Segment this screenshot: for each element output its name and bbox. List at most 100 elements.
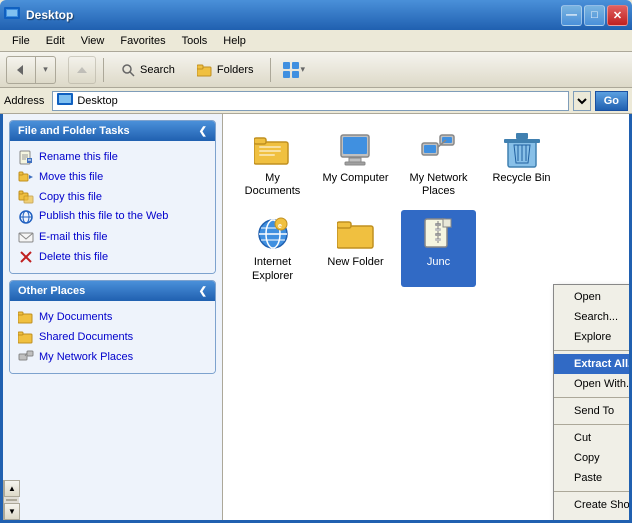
window-controls: — □ ✕ (561, 5, 628, 26)
other-places-body: My Documents Shared Documents (10, 301, 215, 373)
menu-edit[interactable]: Edit (38, 33, 73, 49)
other-places-header[interactable]: Other Places ❮ (10, 281, 215, 301)
window-icon (4, 7, 20, 23)
address-label: Address (4, 95, 48, 107)
icon-my-network[interactable]: My Network Places (401, 126, 476, 202)
desktop-icons-area: My Documents My Computer (223, 114, 629, 299)
menu-favorites[interactable]: Favorites (112, 33, 173, 49)
place-network[interactable]: My Network Places (14, 347, 211, 367)
task-publish[interactable]: Publish this file to the Web (14, 207, 211, 227)
folders-button[interactable]: Folders (188, 59, 263, 81)
ctx-sendto[interactable]: Send To ▶ (554, 401, 629, 421)
toolbar-separator-1 (103, 58, 104, 82)
window-title: Desktop (26, 8, 561, 22)
right-panel: My Documents My Computer (223, 114, 629, 520)
close-button[interactable]: ✕ (607, 5, 628, 26)
move-icon (18, 169, 34, 185)
recycle-bin-icon (502, 130, 542, 170)
scroll-thumb[interactable] (6, 499, 17, 501)
place-my-documents[interactable]: My Documents (14, 307, 211, 327)
task-copy[interactable]: Copy this file (14, 187, 211, 207)
main-content: File and Folder Tasks ❮ Rename th (0, 114, 632, 523)
file-folder-tasks-header[interactable]: File and Folder Tasks ❮ (10, 121, 215, 141)
task-delete[interactable]: Delete this file (14, 247, 211, 267)
menu-file[interactable]: File (4, 33, 38, 49)
rename-icon (18, 149, 34, 165)
svg-text:e: e (278, 223, 282, 230)
publish-icon (18, 209, 34, 225)
ctx-extract[interactable]: Extract All... ↖ (554, 354, 629, 374)
menu-view[interactable]: View (73, 33, 113, 49)
email-icon (18, 229, 34, 245)
task-rename[interactable]: Rename this file (14, 147, 211, 167)
toolbar: ▾ Search Folders ▾ (0, 52, 632, 88)
new-folder-label: New Folder (327, 256, 383, 269)
icon-new-folder[interactable]: New Folder (318, 210, 393, 286)
search-label: Search (140, 64, 175, 76)
ctx-open[interactable]: Open (554, 287, 629, 307)
task-email[interactable]: E-mail this file (14, 227, 211, 247)
task-move[interactable]: Move this file (14, 167, 211, 187)
minimize-button[interactable]: — (561, 5, 582, 26)
title-bar: Desktop — □ ✕ (0, 0, 632, 30)
network-small-icon (18, 349, 34, 365)
address-input[interactable]: Desktop (52, 91, 568, 111)
my-computer-label: My Computer (322, 172, 388, 185)
section2-title: Other Places (18, 285, 85, 297)
my-documents-label: My Documents (239, 172, 306, 198)
icon-junc[interactable]: Junc (401, 210, 476, 286)
ctx-sep-4 (554, 491, 629, 492)
my-documents-icon (253, 130, 293, 170)
go-button[interactable]: Go (595, 91, 628, 111)
left-panel-scrollbar[interactable]: ▲ ▼ (3, 480, 19, 520)
ctx-openwith[interactable]: Open With... (554, 374, 629, 394)
scroll-up-arrow[interactable]: ▲ (4, 480, 20, 497)
ctx-create-shortcut[interactable]: Create Shortcut (554, 495, 629, 515)
icon-my-documents[interactable]: My Documents (235, 126, 310, 202)
place-shared-documents[interactable]: Shared Documents (14, 327, 211, 347)
new-folder-icon (336, 214, 376, 254)
left-panel: File and Folder Tasks ❮ Rename th (3, 114, 223, 520)
address-dropdown[interactable]: ▾ (573, 91, 591, 111)
ie-label: Internet Explorer (239, 256, 306, 282)
folder-small-icon-2 (18, 329, 34, 345)
folders-label: Folders (217, 64, 254, 76)
file-folder-tasks-section: File and Folder Tasks ❮ Rename th (9, 120, 216, 274)
icon-internet-explorer[interactable]: e Internet Explorer (235, 210, 310, 286)
ctx-search[interactable]: Search... (554, 307, 629, 327)
back-button[interactable] (6, 56, 36, 84)
other-places-section: Other Places ❮ My Documents (9, 280, 216, 374)
address-value: Desktop (77, 95, 117, 107)
my-computer-icon (336, 130, 376, 170)
menu-help[interactable]: Help (215, 33, 254, 49)
up-button[interactable] (68, 56, 96, 84)
folder-small-icon-1 (18, 309, 34, 325)
icon-my-computer[interactable]: My Computer (318, 126, 393, 202)
icon-recycle-bin[interactable]: Recycle Bin (484, 126, 559, 202)
delete-icon (18, 249, 34, 265)
section2-chevron: ❮ (199, 286, 207, 297)
junc-label: Junc (425, 256, 452, 269)
recycle-bin-label: Recycle Bin (492, 172, 550, 185)
context-menu: Open Search... Explore Extract All... ↖ … (553, 284, 629, 520)
search-button[interactable]: Search (111, 58, 184, 82)
view-button[interactable]: ▾ (278, 58, 311, 82)
ctx-explore[interactable]: Explore (554, 327, 629, 347)
forward-dropdown[interactable]: ▾ (36, 56, 56, 84)
section1-chevron: ❮ (199, 126, 207, 137)
section1-title: File and Folder Tasks (18, 125, 130, 137)
ctx-cut[interactable]: Cut (554, 428, 629, 448)
ctx-delete[interactable]: Delete (554, 515, 629, 520)
ctx-copy[interactable]: Copy (554, 448, 629, 468)
address-bar: Address Desktop ▾ Go (0, 88, 632, 114)
my-network-label: My Network Places (405, 172, 472, 198)
maximize-button[interactable]: □ (584, 5, 605, 26)
ctx-paste[interactable]: Paste (554, 468, 629, 488)
scroll-down-arrow[interactable]: ▼ (4, 503, 20, 520)
ie-icon: e (253, 214, 293, 254)
junc-icon (419, 214, 459, 254)
menu-tools[interactable]: Tools (174, 33, 216, 49)
ctx-sep-3 (554, 424, 629, 425)
copy-icon (18, 189, 34, 205)
ctx-sep-1 (554, 350, 629, 351)
